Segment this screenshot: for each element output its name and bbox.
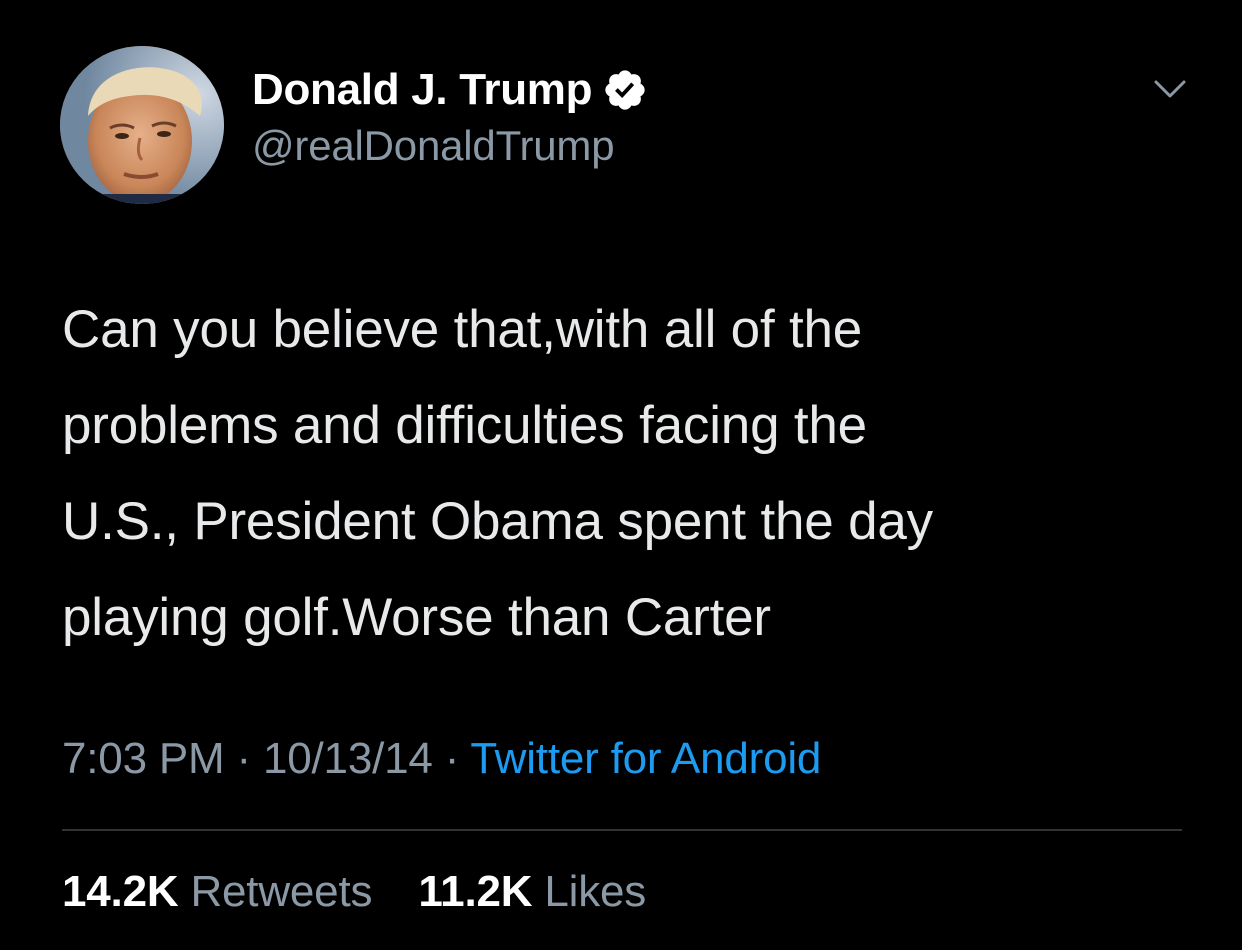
- tweet-source-link[interactable]: Twitter for Android: [470, 734, 821, 783]
- meta-separator: ·: [236, 734, 252, 783]
- likes-stat[interactable]: 11.2K Likes: [418, 867, 646, 916]
- avatar[interactable]: [60, 46, 224, 204]
- display-name[interactable]: Donald J. Trump: [252, 65, 593, 115]
- retweets-stat[interactable]: 14.2K Retweets: [62, 867, 384, 916]
- verified-badge-icon: [602, 67, 648, 113]
- tweet-text: Can you believe that,with all of the pro…: [62, 282, 1202, 666]
- meta-separator: ·: [444, 734, 460, 783]
- tweet-date[interactable]: 10/13/14: [263, 734, 433, 783]
- tweet-meta: 7:03 PM · 10/13/14 · Twitter for Android: [62, 734, 821, 784]
- handle[interactable]: @realDonaldTrump: [252, 122, 648, 170]
- author-block: Donald J. Trump @realDonaldTrump: [252, 62, 648, 170]
- retweets-label: Retweets: [190, 867, 373, 916]
- tweet-text-line: problems and difficulties facing the: [62, 396, 867, 455]
- chevron-down-icon[interactable]: [1150, 74, 1190, 104]
- tweet-text-line: U.S., President Obama spent the day: [62, 492, 933, 551]
- likes-count: 11.2K: [418, 867, 533, 916]
- retweets-count: 14.2K: [62, 867, 179, 916]
- tweet-stats: 14.2K Retweets 11.2K Likes: [62, 867, 646, 917]
- profile-photo-icon: [60, 46, 224, 204]
- display-name-row: Donald J. Trump: [252, 62, 648, 118]
- tweet-text-line: playing golf.Worse than Carter: [62, 588, 771, 647]
- divider: [62, 829, 1182, 831]
- tweet-time[interactable]: 7:03 PM: [62, 734, 225, 783]
- tweet-text-line: Can you believe that,with all of the: [62, 300, 863, 359]
- tweet-card: Donald J. Trump @realDonaldTrump Can you…: [0, 0, 1242, 950]
- likes-label: Likes: [544, 867, 647, 916]
